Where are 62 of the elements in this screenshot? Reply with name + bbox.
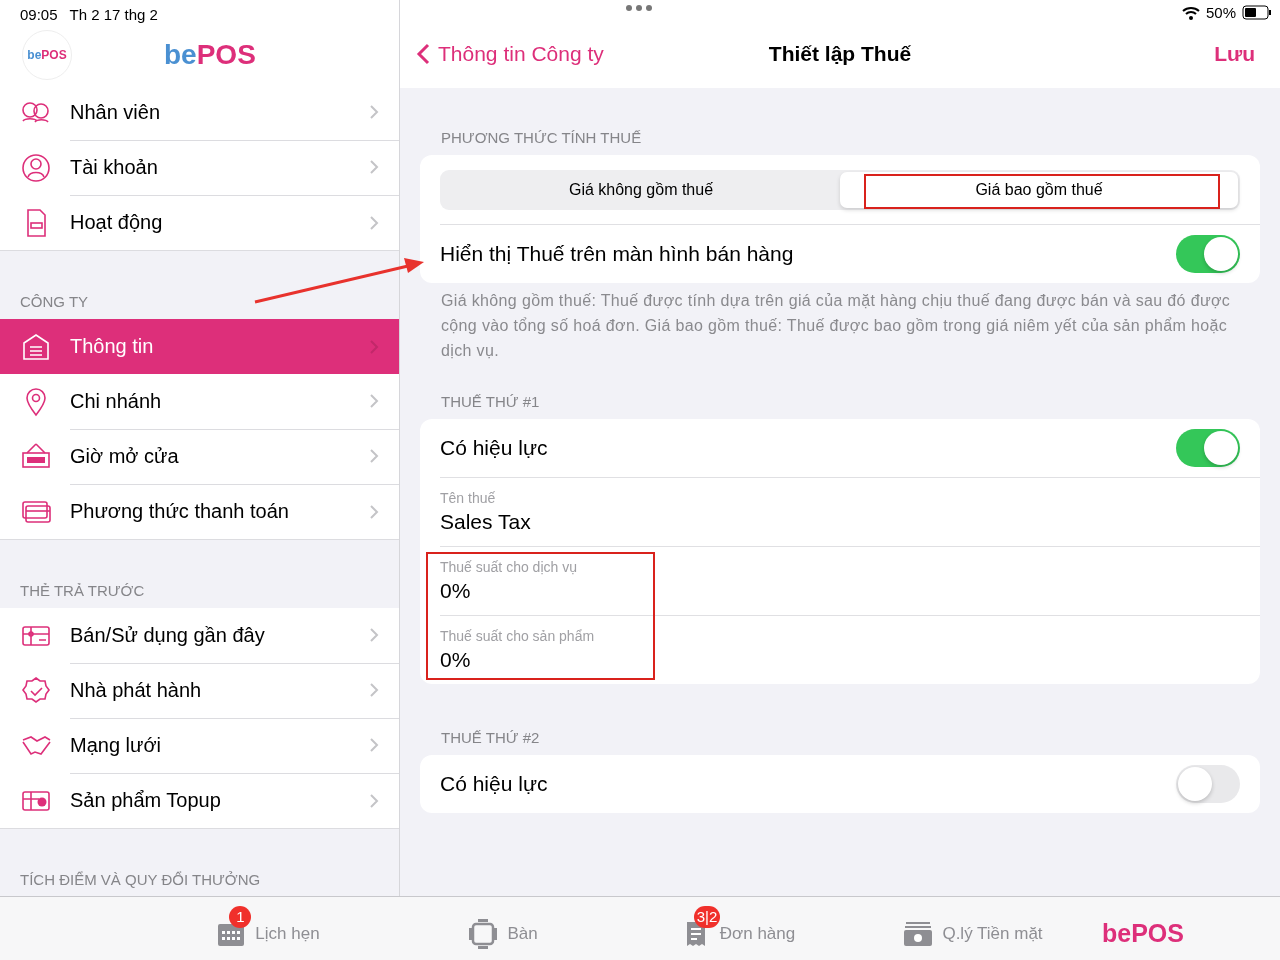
count-badge: 3|2: [693, 905, 721, 928]
page-title: Thiết lập Thuế: [768, 41, 912, 65]
status-date: Th 2 17 thg 2: [69, 6, 158, 23]
menu-item[interactable]: Sản phẩm Topup: [0, 773, 399, 828]
menu-item[interactable]: Nhân viên: [0, 85, 399, 140]
menu-item[interactable]: Nhà phát hành: [0, 663, 399, 718]
menu-item[interactable]: Thông tin: [0, 319, 399, 374]
menu-item[interactable]: Phương thức thanh toán: [0, 484, 399, 539]
menu-item[interactable]: Bán/Sử dụng gần đây: [0, 608, 399, 663]
segment-tab[interactable]: Giá không gồm thuế: [442, 172, 840, 208]
chevron-right-icon: [369, 159, 379, 175]
menu-item[interactable]: Mạng lưới: [0, 718, 399, 773]
more-dots-icon: [625, 4, 653, 12]
field-label: Tên thuế: [440, 490, 497, 506]
app-title: bePOS: [164, 39, 256, 71]
status-time: 09:05: [20, 6, 58, 23]
chevron-right-icon: [369, 393, 379, 409]
table-icon: [467, 917, 500, 950]
setting-label: Có hiệu lực: [440, 436, 549, 460]
field-value[interactable]: 0%: [440, 648, 1260, 672]
chevron-right-icon: [369, 338, 379, 355]
toggle-switch[interactable]: [1176, 235, 1240, 273]
chevron-right-icon: [369, 214, 379, 231]
field-label: Thuế suất cho dịch vụ: [440, 559, 578, 575]
chevron-right-icon: [369, 737, 379, 753]
menu-item[interactable]: Hoạt động: [0, 195, 399, 250]
section-header: CÔNG TY: [19, 293, 90, 312]
field-value[interactable]: 0%: [440, 579, 1260, 603]
save-button[interactable]: Lưu: [1214, 41, 1255, 66]
section-header: THẺ TRẢ TRƯỚC: [19, 582, 146, 601]
chevron-left-icon: [416, 42, 430, 65]
chevron-right-icon: [369, 627, 379, 643]
chevron-right-icon: [369, 104, 379, 120]
wifi-icon: [1181, 5, 1200, 20]
section-header: PHƯƠNG THỨC TÍNH THUẾ: [440, 129, 643, 148]
toggle-switch[interactable]: [1176, 429, 1240, 467]
chevron-right-icon: [369, 682, 379, 698]
battery-percent: 50%: [1205, 4, 1236, 21]
menu-item[interactable]: Giờ mở cửa: [0, 429, 399, 484]
logo-badge: bePOS: [22, 30, 72, 80]
section-header: THUẾ THỨ #1: [440, 393, 541, 412]
count-badge: 1: [229, 905, 252, 928]
toggle-switch[interactable]: [1176, 765, 1240, 803]
back-button[interactable]: Thông tin Công ty: [416, 41, 604, 66]
field-label: Thuế suất cho sản phẩm: [440, 628, 596, 644]
tab-item[interactable]: Đơn hàng 3|2: [679, 905, 800, 952]
battery-icon: [1242, 5, 1272, 20]
person-icon: [20, 151, 52, 184]
help-text: Giá không gồm thuế: Thuế được tính dựa trên giá của mặt hàng chịu thuế đang được bán và sau đó được cộng vào tổng số hoá đơn. Giá bao gồm thuế: Thuế được bao gồm trong giá niêm yết của sản phẩm hoặc dịch vụ.: [440, 291, 1232, 361]
chevron-right-icon: [369, 503, 379, 520]
menu-item[interactable]: Tài khoản: [0, 140, 399, 195]
field-value[interactable]: Sales Tax: [440, 510, 1260, 534]
segment-tab[interactable]: Giá bao gồm thuế: [840, 172, 1238, 208]
section-header: TÍCH ĐIỂM VÀ QUY ĐỔI THƯỞNG: [19, 871, 262, 890]
menu-item[interactable]: Chi nhánh: [0, 374, 399, 429]
logo-tab[interactable]: bePOS: [1092, 907, 1188, 950]
setting-label: Hiển thị Thuế trên màn hình bán hàng: [440, 242, 795, 266]
chevron-right-icon: [369, 448, 379, 464]
chevron-right-icon: [369, 792, 379, 809]
section-header: THUẾ THỨ #2: [440, 729, 541, 748]
setting-label: Có hiệu lực: [440, 772, 549, 796]
tab-item[interactable]: Lịch hẹn 1: [215, 905, 324, 952]
